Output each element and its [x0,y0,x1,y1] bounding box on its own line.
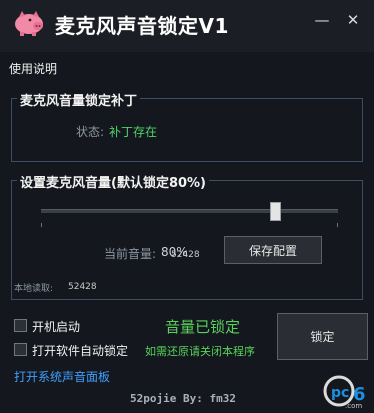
save-config-button[interactable]: 保存配置 [224,236,322,264]
footer-credit: 52pojie By: fm32 [130,392,236,405]
current-volume-raw: 52428 [171,250,200,260]
close-button[interactable]: ✕ [345,12,361,28]
svg-text:.com: .com [345,402,362,409]
current-volume-label: 当前音量: [104,247,157,261]
volume-group-title: 设置麦克风音量(默认锁定80%) [17,172,209,191]
open-sound-panel-link[interactable]: 打开系统声音面板 [14,368,110,385]
lock-hint-text: 如需还原请关闭本程序 [145,345,255,358]
menu-item-help[interactable]: 使用说明 [9,60,57,77]
slider-tick [41,223,42,227]
title-bar: 麦克风声音锁定V1 — ✕ [0,0,374,52]
auto-lock-checkbox[interactable] [14,343,27,356]
startup-checkbox[interactable] [14,319,27,332]
pig-icon [15,11,43,36]
local-read-label: 本地读取: [14,284,54,294]
app-title: 麦克风声音锁定V1 [55,14,229,38]
lock-status-text: 音量已锁定 [165,318,241,336]
slider-tick [337,223,338,227]
svg-text:pc: pc [331,385,349,401]
volume-slider-track[interactable] [41,209,338,213]
pc6-watermark-logo: pc 6 .com [322,375,372,410]
patch-status-value: 补丁存在 [109,125,158,139]
volume-slider-thumb[interactable] [270,202,281,221]
patch-group-title: 麦克风音量锁定补丁 [17,90,141,109]
auto-lock-label[interactable]: 打开软件自动锁定 [32,342,128,359]
startup-label[interactable]: 开机启动 [32,318,80,335]
local-read-value: 52428 [68,282,97,292]
patch-status-label: 状态: [76,125,105,139]
lock-button[interactable]: 锁定 [277,313,368,360]
minimize-button[interactable]: — [314,12,330,28]
